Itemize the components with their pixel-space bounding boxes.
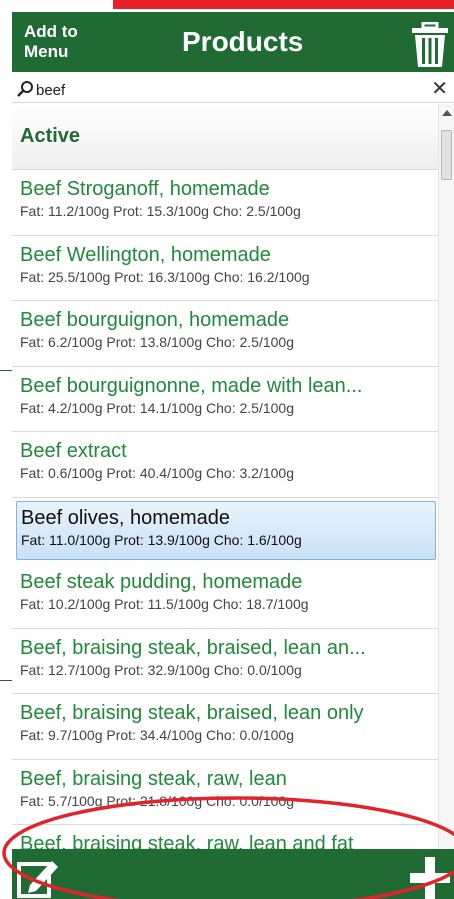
item-nutrition: Fat: 6.2/100g Prot: 13.8/100g Cho: 2.5/1… <box>20 334 294 350</box>
margin-marker <box>0 680 12 681</box>
item-nutrition: Fat: 10.2/100g Prot: 11.5/100g Cho: 18.7… <box>20 596 309 612</box>
item-name: Beef, braising steak, raw, lean and fat <box>20 833 354 849</box>
item-name: Beef, braising steak, raw, lean <box>20 767 287 790</box>
item-nutrition: Fat: 12.7/100g Prot: 32.9/100g Cho: 0.0/… <box>20 661 302 678</box>
list-item[interactable]: Beef extract Fat: 0.6/100g Prot: 40.4/10… <box>12 432 454 498</box>
item-nutrition: Fat: 9.7/100g Prot: 34.4/100g Cho: 0.0/1… <box>20 727 294 743</box>
list-item[interactable]: Beef Wellington, homemade Fat: 25.5/100g… <box>12 236 454 301</box>
list-scrollbar[interactable] <box>438 104 454 849</box>
add-to-menu-label-line2: Menu <box>24 42 69 61</box>
item-nutrition: Fat: 4.2/100g Prot: 14.1/100g Cho: 2.5/1… <box>20 399 294 416</box>
item-name: Beef bourguignonne, made with lean... <box>20 374 363 397</box>
item-nutrition: Fat: 0.6/100g Prot: 40.4/100g Cho: 3.2/1… <box>20 465 294 481</box>
product-list: Active Beef Stroganoff, homemade Fat: 11… <box>12 104 454 849</box>
item-name: Beef olives, homemade <box>21 506 231 529</box>
item-name: Beef Stroganoff, homemade <box>20 178 270 200</box>
add-to-menu-label-line1: Add to <box>24 22 78 41</box>
page-title: Products <box>182 26 304 57</box>
item-nutrition: Fat: 11.2/100g Prot: 15.3/100g Cho: 2.5/… <box>20 203 301 219</box>
close-icon[interactable]: ✕ <box>431 77 448 101</box>
trash-icon[interactable] <box>410 22 450 68</box>
add-to-menu-button[interactable]: Add to Menu <box>24 22 78 62</box>
list-item[interactable]: Beef bourguignonne, made with lean... Fa… <box>12 367 454 432</box>
search-icon <box>17 81 33 97</box>
list-item[interactable]: Beef steak pudding, homemade Fat: 10.2/1… <box>12 563 454 629</box>
list-item[interactable]: Beef, braising steak, braised, lean only… <box>12 694 454 760</box>
item-name: Beef steak pudding, homemade <box>20 571 303 593</box>
edit-icon[interactable] <box>16 855 60 899</box>
item-nutrition: Fat: 25.5/100g Prot: 16.3/100g Cho: 16.2… <box>20 268 310 285</box>
list-item[interactable]: Beef Stroganoff, homemade Fat: 11.2/100g… <box>12 170 454 236</box>
item-name: Beef, braising steak, braised, lean an..… <box>20 636 366 659</box>
margin-marker <box>0 370 12 371</box>
item-nutrition: Fat: 11.0/100g Prot: 13.9/100g Cho: 1.6/… <box>21 531 302 548</box>
list-item[interactable]: Beef, braising steak, braised, lean an..… <box>12 629 454 694</box>
top-red-bar <box>113 0 454 9</box>
bottom-toolbar <box>12 849 454 899</box>
list-item[interactable]: Beef, braising steak, raw, lean Fat: 5.7… <box>12 760 454 825</box>
app-header: Add to Menu Products <box>12 12 454 72</box>
scroll-thumb[interactable] <box>441 130 452 180</box>
search-input[interactable] <box>36 79 416 101</box>
item-name: Beef, braising steak, braised, lean only <box>20 702 364 724</box>
item-name: Beef extract <box>20 440 127 462</box>
search-bar: ✕ <box>12 75 454 103</box>
list-item-selected[interactable]: Beef olives, homemade Fat: 11.0/100g Pro… <box>16 500 436 560</box>
scroll-up-arrow-icon[interactable] <box>442 110 452 116</box>
item-nutrition: Fat: 5.7/100g Prot: 21.8/100g Cho: 0.0/1… <box>20 792 294 809</box>
item-name: Beef Wellington, homemade <box>20 243 271 266</box>
item-name: Beef bourguignon, homemade <box>20 309 290 331</box>
list-item[interactable]: Beef bourguignon, homemade Fat: 6.2/100g… <box>12 301 454 367</box>
list-item[interactable]: Beef, braising steak, raw, lean and fat <box>12 825 454 849</box>
section-header-active: Active <box>12 104 454 170</box>
plus-icon[interactable] <box>410 855 450 899</box>
